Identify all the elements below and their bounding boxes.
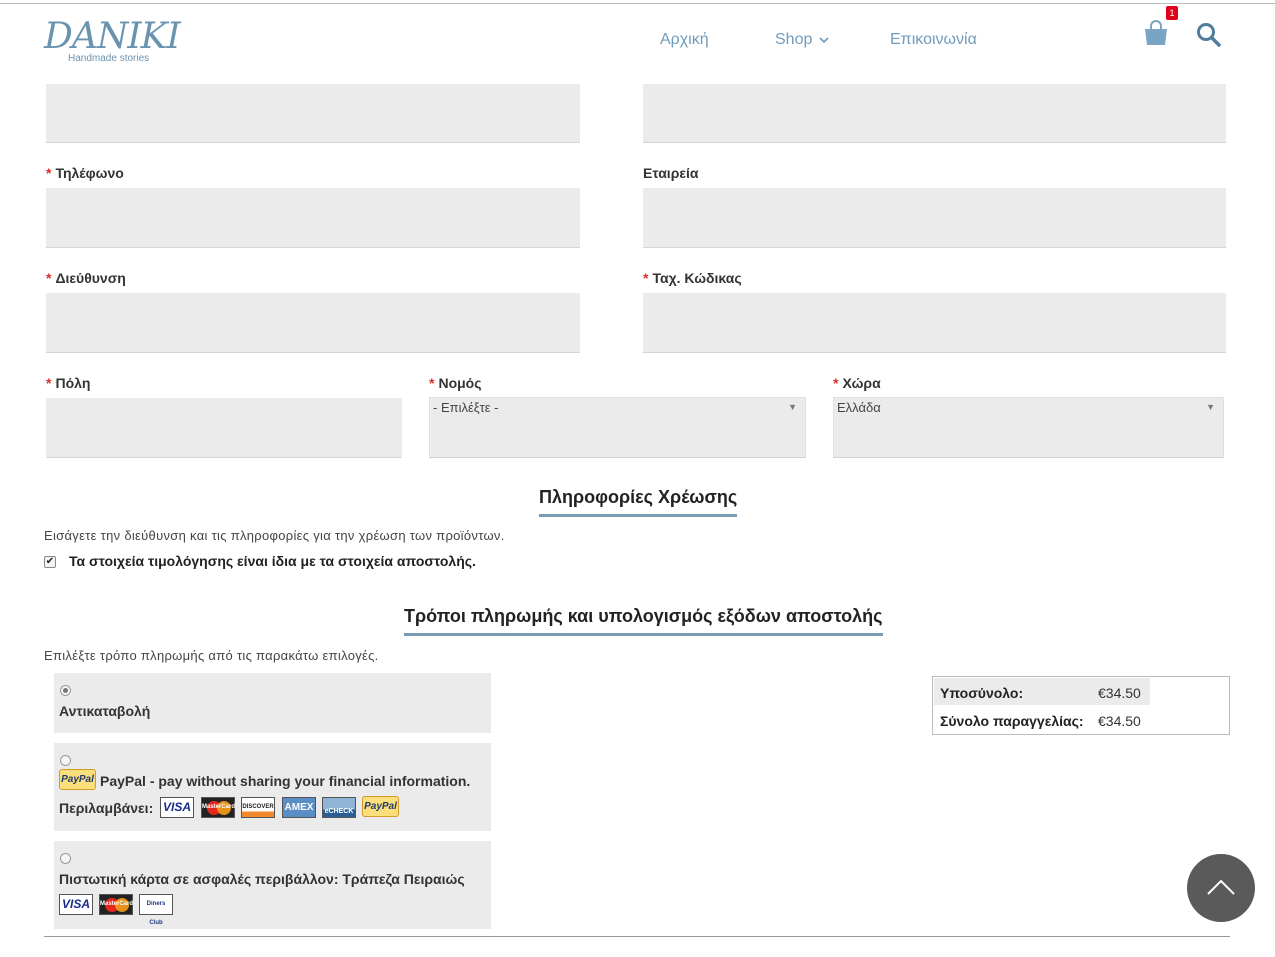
company-label: Εταιρεία [643,165,699,181]
country-label-text: Χώρα [842,375,881,391]
required-mark: * [46,375,52,391]
prefecture-label: * Νομός [429,375,482,391]
dropdown-arrow-icon: ▼ [788,402,797,412]
payment-description: Επιλέξτε τρόπο πληρωμής από τις παρακάτω… [44,648,379,663]
phone-field[interactable] [46,188,580,248]
total-value: €34.50 [1098,713,1141,729]
address-label-text: Διεύθυνση [55,270,126,286]
payment-radio-cod[interactable] [60,685,71,696]
billing-section-title: Πληροφορίες Χρέωσης [539,487,738,517]
prefecture-label-text: Νομός [438,375,482,391]
chevron-up-icon [1207,879,1235,895]
phone-label: * Τηλέφωνο [46,165,124,181]
input-field-top-left[interactable] [46,84,580,143]
country-select[interactable]: Ελλάδα ▼ [833,397,1224,458]
payment-option-cod-label: Αντικαταβολή [59,703,151,719]
postcode-field[interactable] [643,293,1226,353]
includes-label: Περιλαμβάνει: [59,800,154,816]
paypal-logo: PayPal [59,769,96,790]
amex-logo: AMEX [282,797,316,818]
required-mark: * [833,375,839,391]
nav-shop-label: Shop [775,31,813,48]
echeck-logo: eCHECK [322,797,356,818]
visa-logo: VISA [59,894,93,915]
discover-logo: DISCOVER [241,797,275,818]
divider [44,936,1230,937]
nav-contact[interactable]: Επικοινωνία [890,31,977,49]
payment-section-title: Τρόποι πληρωμής και υπολογισμός εξόδων α… [404,606,883,636]
required-mark: * [429,375,435,391]
address-label: * Διεύθυνση [46,270,126,286]
required-mark: * [46,165,52,181]
site-logo[interactable]: DANIKI Handmade stories [44,14,181,66]
address-field[interactable] [46,293,580,353]
mastercard-logo: MasterCard [201,797,235,818]
mastercard-logo-text: MasterCard [202,804,236,810]
required-mark: * [46,270,52,286]
country-label: * Χώρα [833,375,881,391]
top-border [0,3,1275,4]
cart-icon[interactable] [1143,20,1169,48]
prefecture-select-value: - Επιλέξτε - [433,400,499,415]
phone-label-text: Τηλέφωνο [55,165,124,181]
chevron-down-icon [819,37,829,44]
same-as-shipping-checkbox[interactable]: ✔ [44,556,56,568]
mastercard-logo: MasterCard [99,894,133,915]
dropdown-arrow-icon: ▼ [1206,402,1215,412]
postcode-label: * Ταχ. Κώδικας [643,270,742,286]
payment-option-paypal-label: PayPal - pay without sharing your financ… [100,773,471,789]
company-field[interactable] [643,188,1226,248]
same-as-shipping-label[interactable]: Τα στοιχεία τιμολόγησης είναι ίδια με τα… [69,553,476,569]
search-icon[interactable] [1196,22,1222,48]
back-to-top-button[interactable] [1187,854,1255,922]
nav-shop[interactable]: Shop [775,31,829,49]
order-totals: Υποσύνολο: €34.50 Σύνολο παραγγελίας: €3… [932,676,1230,735]
required-mark: * [643,270,649,286]
nav-home[interactable]: Αρχική [660,31,709,49]
diners-club-logo: Diners Club [139,894,173,926]
country-select-value: Ελλάδα [837,400,881,415]
mastercard-logo-text: MasterCard [100,901,134,907]
billing-description: Εισάγετε την διεύθυνση και τις πληροφορί… [44,528,505,543]
payment-option-paypal[interactable]: PayPal PayPal - pay without sharing your… [54,743,491,831]
total-label: Σύνολο παραγγελίας: [940,713,1084,729]
cart-count-badge: 1 [1166,6,1178,20]
payment-option-card-label: Πιστωτική κάρτα σε ασφαλές περιβάλλον: Τ… [59,871,465,887]
paypal-logo-small: PayPal [362,796,399,817]
city-label: * Πόλη [46,375,90,391]
city-label-text: Πόλη [55,375,91,391]
prefecture-select[interactable]: - Επιλέξτε - ▼ [429,397,806,458]
logo-subtitle: Handmade stories [68,53,150,64]
payment-option-card[interactable]: Πιστωτική κάρτα σε ασφαλές περιβάλλον: Τ… [54,841,491,929]
input-field-top-right[interactable] [643,84,1226,143]
payment-option-cod[interactable]: Αντικαταβολή [54,673,491,733]
city-field[interactable] [46,398,402,458]
postcode-label-text: Ταχ. Κώδικας [652,270,742,286]
subtotal-label: Υποσύνολο: [940,685,1024,701]
payment-radio-card[interactable] [60,853,71,864]
visa-logo: VISA [160,797,194,818]
payment-radio-paypal[interactable] [60,755,71,766]
subtotal-value: €34.50 [1098,685,1141,701]
